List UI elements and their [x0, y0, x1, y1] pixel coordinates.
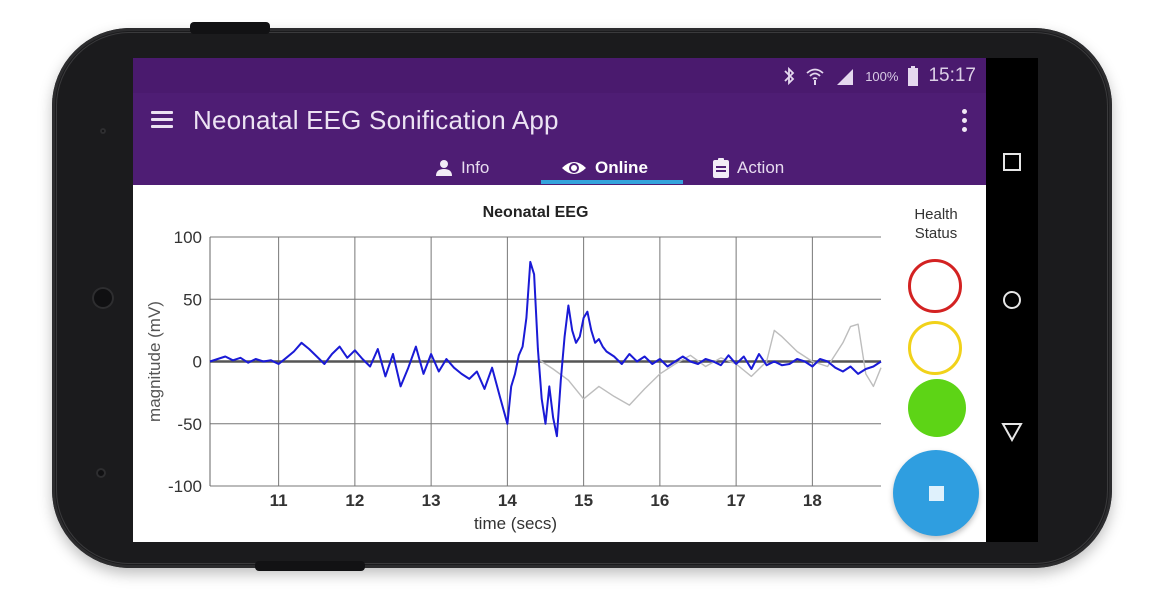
clock: 15:17 — [928, 65, 976, 86]
clipboard-icon — [713, 158, 729, 178]
battery-icon — [908, 66, 919, 86]
front-camera-icon — [92, 287, 114, 309]
x-tick-label: 18 — [803, 491, 822, 510]
tab-online-label: Online — [595, 158, 648, 177]
tab-action-label: Action — [737, 158, 785, 177]
home-button[interactable] — [986, 280, 1038, 320]
stop-button[interactable] — [893, 450, 979, 536]
health-indicator-green[interactable] — [908, 379, 966, 437]
wifi-icon — [806, 68, 824, 85]
stop-icon — [929, 486, 944, 501]
y-tick-label: 50 — [183, 290, 202, 309]
eye-icon — [562, 162, 586, 174]
x-tick-label: 11 — [270, 491, 288, 510]
x-tick-label: 16 — [650, 491, 669, 510]
status-bar: 100% 15:17 — [133, 58, 986, 93]
x-tick-label: 15 — [574, 491, 593, 510]
health-indicator-red[interactable] — [908, 259, 962, 313]
power-button — [190, 22, 270, 34]
tab-action[interactable]: Action — [713, 151, 784, 185]
y-tick-label: 100 — [174, 228, 202, 247]
tab-info-label: Info — [461, 158, 490, 177]
chart-area: 100 50 0 -50 -100 11 12 13 14 15 16 17 18 Neonatal EE… — [133, 185, 986, 542]
triangle-icon — [1001, 423, 1023, 442]
more-vert-icon[interactable] — [962, 109, 968, 133]
x-tick-label: 13 — [422, 491, 441, 510]
battery-percent: 100% — [865, 68, 899, 84]
volume-button — [255, 561, 365, 571]
hamburger-menu-icon[interactable] — [151, 111, 173, 129]
circle-icon — [1003, 291, 1021, 309]
eeg-trace-secondary — [537, 323, 882, 406]
tab-info[interactable]: Info — [435, 151, 489, 185]
bluetooth-icon — [784, 66, 795, 86]
speaker-icon — [100, 128, 106, 134]
y-tick-label: -50 — [177, 415, 202, 434]
y-tick-label: 0 — [193, 353, 202, 372]
health-label-line2: Status — [914, 225, 958, 242]
health-label-line1: Health — [914, 206, 958, 223]
square-icon — [1003, 153, 1021, 171]
x-tick-label: 14 — [498, 491, 517, 510]
system-nav-bar — [986, 58, 1038, 542]
screen: 100% 15:17 Neonatal EEG Sonification App… — [133, 58, 986, 542]
eeg-trace-primary — [209, 260, 882, 438]
x-tick-label: 17 — [727, 491, 746, 510]
app-bar: Neonatal EEG Sonification App — [133, 93, 986, 151]
signal-icon — [837, 69, 854, 85]
health-status-label: Health Status — [895, 205, 977, 243]
tab-indicator — [541, 180, 683, 184]
y-axis-label: magnitude (mV) — [145, 301, 164, 422]
x-axis-label: time (secs) — [474, 514, 557, 533]
app-title: Neonatal EEG Sonification App — [193, 105, 559, 135]
person-icon — [436, 160, 452, 176]
sensor-icon — [96, 468, 106, 478]
x-tick-label: 12 — [345, 491, 364, 510]
health-indicator-yellow[interactable] — [908, 321, 962, 375]
eeg-chart: 100 50 0 -50 -100 11 12 13 14 15 16 17 18 Neonatal EE… — [145, 204, 882, 533]
back-button[interactable] — [986, 412, 1038, 452]
y-tick-label: -100 — [168, 477, 202, 496]
chart-title: Neonatal EEG — [483, 204, 589, 221]
recents-button[interactable] — [986, 142, 1038, 182]
